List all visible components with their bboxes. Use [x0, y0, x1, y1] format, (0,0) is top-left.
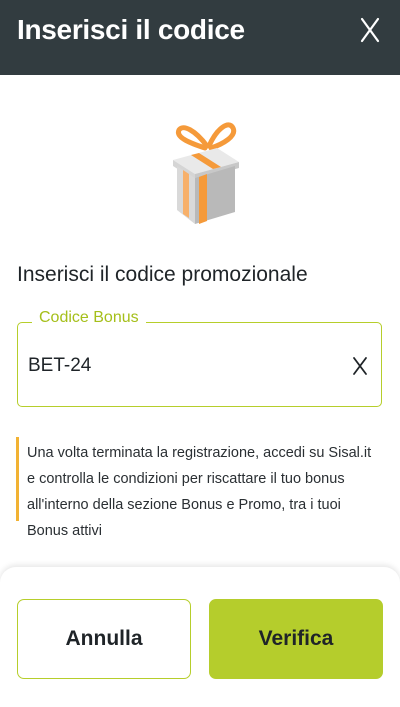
close-button[interactable] — [354, 12, 386, 48]
bonus-code-field: Codice Bonus — [17, 309, 382, 407]
info-message: Una volta terminata la registrazione, ac… — [27, 445, 372, 539]
close-icon — [353, 357, 367, 375]
bonus-code-label: Codice Bonus — [32, 309, 146, 327]
cancel-button[interactable]: Annulla — [17, 599, 191, 679]
gift-icon — [165, 108, 245, 228]
info-accent-bar — [16, 437, 19, 521]
modal-header: Inserisci il codice — [0, 0, 400, 75]
modal-title: Inserisci il codice — [17, 14, 245, 45]
promo-section-title: Inserisci il codice promozionale — [17, 263, 308, 286]
clear-input-button[interactable] — [349, 353, 371, 379]
close-icon — [360, 17, 380, 43]
bonus-code-input[interactable] — [26, 345, 330, 387]
action-footer: Annulla Verifica — [0, 567, 400, 707]
verify-button[interactable]: Verifica — [209, 599, 383, 679]
